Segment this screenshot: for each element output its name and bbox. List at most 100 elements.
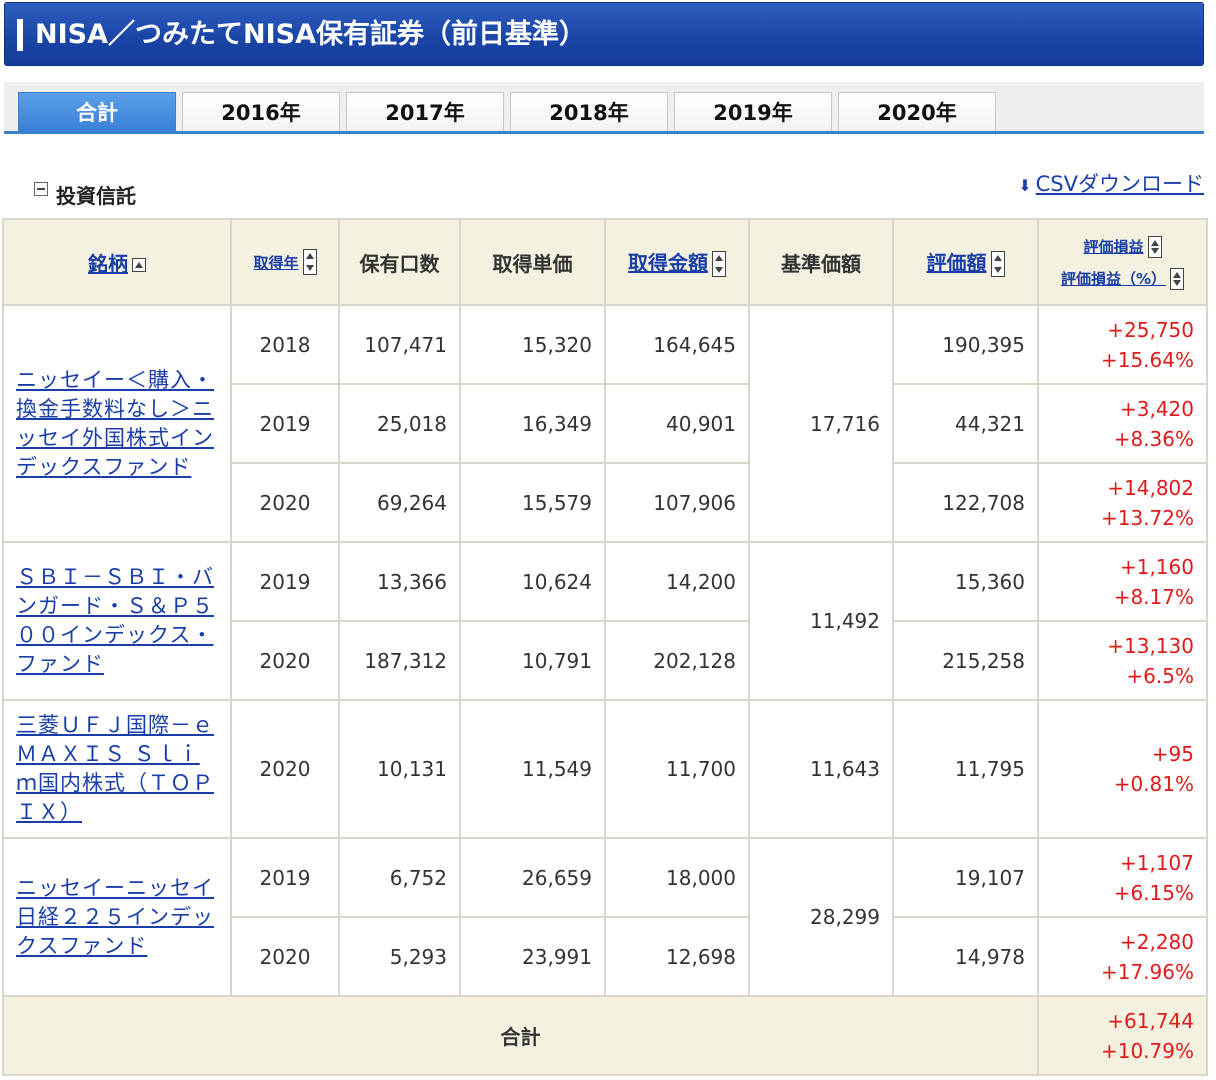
cost-cell: 14,200 xyxy=(604,541,750,622)
pl-amount: +14,802 xyxy=(1107,475,1194,500)
fund-name-cell: ニッセイーニッセイ日経２２５インデックスファンド xyxy=(2,837,232,997)
unit-price-cell: 23,991 xyxy=(459,916,606,997)
year-cell: 2019 xyxy=(230,383,340,464)
column-header-name: 銘柄 xyxy=(2,218,232,306)
value-cell: 19,107 xyxy=(892,837,1039,918)
pl-amount: +2,280 xyxy=(1119,929,1194,954)
column-header-value: 評価額 xyxy=(892,218,1039,306)
pl-amount: +25,750 xyxy=(1107,317,1194,342)
pl-percent: +17.96% xyxy=(1100,959,1194,984)
csv-download-link[interactable]: ⬇ CSVダウンロード xyxy=(1018,168,1204,198)
column-header-units: 保有口数 xyxy=(338,218,461,306)
sort-toggle-icon[interactable] xyxy=(1147,235,1162,258)
value-cell: 14,978 xyxy=(892,916,1039,997)
pl-amount: +13,130 xyxy=(1107,633,1194,658)
pl-percent: +6.15% xyxy=(1113,880,1194,905)
sort-toggle-icon[interactable] xyxy=(1170,267,1185,290)
holdings-table: 銘柄 取得年 保有口数 取得単価 取得金額 基準価額 評価額 評価損益 評価損益… xyxy=(2,218,1208,1076)
pl-cell: +1,160 +8.17% xyxy=(1037,541,1208,622)
sort-by-name-link[interactable]: 銘柄 xyxy=(88,252,128,276)
value-cell: 44,321 xyxy=(892,383,1039,464)
pl-percent: +13.72% xyxy=(1100,505,1194,530)
tab-2017[interactable]: 2017年 xyxy=(346,92,504,131)
year-cell: 2020 xyxy=(230,462,340,543)
sort-toggle-icon[interactable] xyxy=(990,251,1005,278)
total-pl-amount: +61,744 xyxy=(1107,1008,1194,1033)
pl-cell: +25,750 +15.64% xyxy=(1037,304,1208,385)
tab-total[interactable]: 合計 xyxy=(18,92,176,131)
sort-by-value-link[interactable]: 評価額 xyxy=(927,251,987,275)
pl-cell: +95 +0.81% xyxy=(1037,699,1208,839)
unit-price-cell: 11,549 xyxy=(459,699,606,839)
sort-toggle-icon[interactable] xyxy=(712,251,726,278)
section-title-text: 投資信託 xyxy=(56,184,136,208)
sort-by-year-link[interactable]: 取得年 xyxy=(253,254,298,272)
fund-link[interactable]: ニッセイーニッセイ日経２２５インデックスファンド xyxy=(16,876,214,958)
table-row: 三菱ＵＦＪ国際－ｅＭＡＸＩＳ Ｓｌｉｍ国内株式（ＴＯＰＩＸ） 2020 10,1… xyxy=(2,699,1208,839)
section-heading: 投資信託 xyxy=(34,180,136,209)
year-cell: 2019 xyxy=(230,837,340,918)
tab-2020[interactable]: 2020年 xyxy=(838,92,996,131)
pl-cell: +3,420 +8.36% xyxy=(1037,383,1208,464)
units-cell: 13,366 xyxy=(338,541,461,622)
nav-cell: 17,716 xyxy=(748,304,894,543)
pl-percent: +8.17% xyxy=(1113,584,1194,609)
fund-link[interactable]: ニッセイー＜購入・換金手数料なし＞ニッセイ外国株式インデックスファンド xyxy=(16,368,214,479)
fund-link[interactable]: 三菱ＵＦＪ国際－ｅＭＡＸＩＳ Ｓｌｉｍ国内株式（ＴＯＰＩＸ） xyxy=(16,713,214,824)
cost-cell: 12,698 xyxy=(604,916,750,997)
unit-price-cell: 15,320 xyxy=(459,304,606,385)
collapse-toggle-icon[interactable] xyxy=(34,182,48,196)
pl-amount: +1,160 xyxy=(1119,554,1194,579)
value-cell: 215,258 xyxy=(892,620,1039,701)
nav-cell: 11,492 xyxy=(748,541,894,701)
year-cell: 2018 xyxy=(230,304,340,385)
sort-toggle-icon[interactable] xyxy=(302,249,317,276)
fund-link[interactable]: ＳＢＩ－ＳＢＩ・バンガード・Ｓ＆Ｐ５００インデックス・ファンド xyxy=(16,565,214,676)
table-row: ＳＢＩ－ＳＢＩ・バンガード・Ｓ＆Ｐ５００インデックス・ファンド 2019 13,… xyxy=(2,541,1208,701)
unit-price-cell: 15,579 xyxy=(459,462,606,543)
header-accent-bar xyxy=(17,19,23,51)
download-arrow-icon: ⬇ xyxy=(1018,176,1032,195)
year-cell: 2020 xyxy=(230,699,340,839)
units-cell: 69,264 xyxy=(338,462,461,543)
pl-percent: +15.64% xyxy=(1100,347,1194,372)
year-tabs: 合計 2016年 2017年 2018年 2019年 2020年 xyxy=(4,82,1204,134)
sort-by-pl-link[interactable]: 評価損益 xyxy=(1083,238,1143,256)
page-header: NISA／つみたてNISA保有証券（前日基準） xyxy=(4,2,1204,66)
column-header-year: 取得年 xyxy=(230,218,340,306)
unit-price-cell: 16,349 xyxy=(459,383,606,464)
cost-cell: 40,901 xyxy=(604,383,750,464)
tab-2019[interactable]: 2019年 xyxy=(674,92,832,131)
cost-cell: 18,000 xyxy=(604,837,750,918)
units-cell: 5,293 xyxy=(338,916,461,997)
total-row: 合計 +61,744 +10.79% xyxy=(2,995,1208,1076)
year-cell: 2019 xyxy=(230,541,340,622)
pl-amount: +95 xyxy=(1151,742,1194,766)
units-cell: 6,752 xyxy=(338,837,461,918)
pl-percent: +0.81% xyxy=(1113,772,1194,796)
tab-2018[interactable]: 2018年 xyxy=(510,92,668,131)
value-cell: 15,360 xyxy=(892,541,1039,622)
cost-cell: 11,700 xyxy=(604,699,750,839)
pl-amount: +1,107 xyxy=(1119,850,1194,875)
fund-name-cell: ＳＢＩ－ＳＢＩ・バンガード・Ｓ＆Ｐ５００インデックス・ファンド xyxy=(2,541,232,701)
pl-percent: +6.5% xyxy=(1126,663,1194,688)
unit-price-cell: 10,791 xyxy=(459,620,606,701)
units-cell: 187,312 xyxy=(338,620,461,701)
total-pl-percent: +10.79% xyxy=(1100,1038,1194,1063)
sort-by-cost-link[interactable]: 取得金額 xyxy=(628,251,708,275)
tab-2016[interactable]: 2016年 xyxy=(182,92,340,131)
units-cell: 25,018 xyxy=(338,383,461,464)
cost-cell: 107,906 xyxy=(604,462,750,543)
fund-name-cell: ニッセイー＜購入・換金手数料なし＞ニッセイ外国株式インデックスファンド xyxy=(2,304,232,543)
sort-by-pl-pct-link[interactable]: 評価損益（%） xyxy=(1061,270,1166,288)
year-cell: 2020 xyxy=(230,620,340,701)
pl-cell: +2,280 +17.96% xyxy=(1037,916,1208,997)
nav-cell: 11,643 xyxy=(748,699,894,839)
value-cell: 11,795 xyxy=(892,699,1039,839)
fund-name-cell: 三菱ＵＦＪ国際－ｅＭＡＸＩＳ Ｓｌｉｍ国内株式（ＴＯＰＩＸ） xyxy=(2,699,232,839)
pl-cell: +14,802 +13.72% xyxy=(1037,462,1208,543)
table-header-row: 銘柄 取得年 保有口数 取得単価 取得金額 基準価額 評価額 評価損益 評価損益… xyxy=(2,218,1208,306)
units-cell: 107,471 xyxy=(338,304,461,385)
sort-asc-icon[interactable] xyxy=(132,258,146,272)
